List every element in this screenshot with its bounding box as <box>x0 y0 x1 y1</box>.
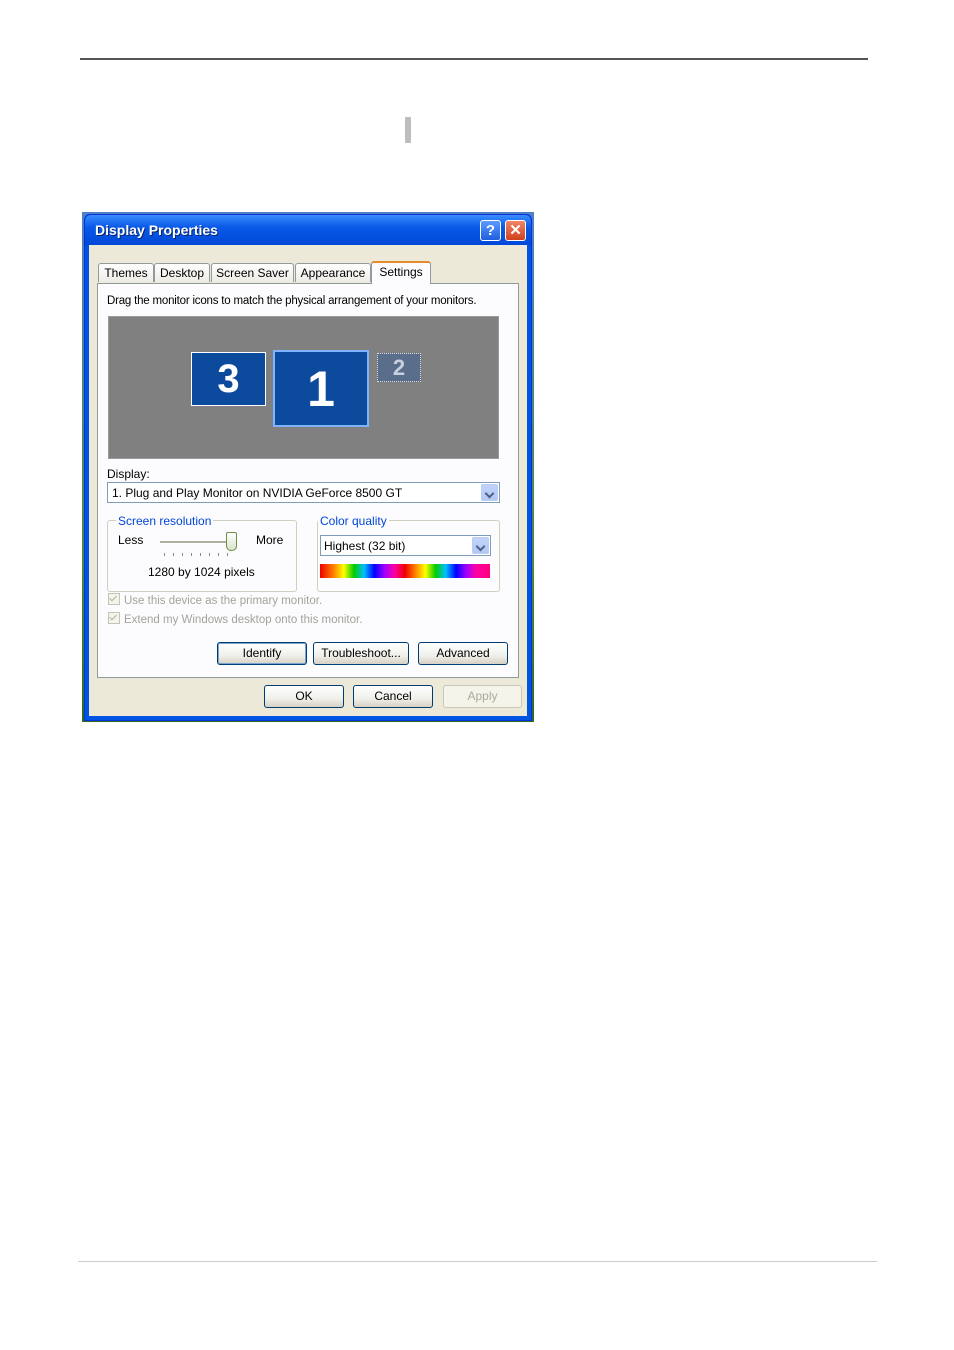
dialog-client-area: Themes Desktop Screen Saver Appearance S… <box>89 245 527 716</box>
tab-settings[interactable]: Settings <box>371 261 431 284</box>
resolution-slider-ticks <box>164 553 236 556</box>
tab-themes[interactable]: Themes <box>98 263 154 282</box>
title-bar[interactable]: Display Properties ? ✕ <box>85 215 531 245</box>
color-quality-group: Color quality Highest (32 bit) <box>317 514 500 592</box>
resolution-slider-thumb[interactable] <box>226 532 237 551</box>
extend-desktop-checkbox[interactable]: Extend my Windows desktop onto this moni… <box>108 612 362 626</box>
checkbox-icon[interactable] <box>108 612 120 624</box>
monitor-instruction: Drag the monitor icons to match the phys… <box>107 295 477 307</box>
monitor-arrangement-area[interactable]: 3 1 2 <box>108 316 499 459</box>
primary-monitor-label: Use this device as the primary monitor. <box>124 595 323 607</box>
chevron-down-icon[interactable] <box>481 484 498 501</box>
tab-appearance[interactable]: Appearance <box>295 263 371 282</box>
monitor-3[interactable]: 3 <box>191 352 266 406</box>
page-marker <box>405 117 411 143</box>
display-select-value: 1. Plug and Play Monitor on NVIDIA GeFor… <box>112 486 403 500</box>
tab-screen-saver[interactable]: Screen Saver <box>211 263 294 282</box>
color-spectrum-preview <box>320 564 490 578</box>
screen-resolution-legend: Screen resolution <box>116 514 214 528</box>
primary-monitor-checkbox[interactable]: Use this device as the primary monitor. <box>108 593 322 607</box>
color-quality-legend: Color quality <box>318 514 389 528</box>
color-quality-select[interactable]: Highest (32 bit) <box>320 535 491 556</box>
display-properties-window: Display Properties ? ✕ Themes Desktop Sc… <box>84 214 532 721</box>
checkbox-icon[interactable] <box>108 593 120 605</box>
page-bottom-rule <box>78 1261 877 1262</box>
display-label: Display: <box>107 467 150 481</box>
page-top-rule <box>80 58 868 60</box>
monitor-1[interactable]: 1 <box>273 350 369 427</box>
monitor-2[interactable]: 2 <box>377 353 421 382</box>
display-select[interactable]: 1. Plug and Play Monitor on NVIDIA GeFor… <box>107 482 500 503</box>
apply-button[interactable]: Apply <box>443 685 522 708</box>
chevron-down-icon[interactable] <box>472 537 489 554</box>
ok-button[interactable]: OK <box>264 685 344 708</box>
extend-desktop-label: Extend my Windows desktop onto this moni… <box>124 614 363 626</box>
identify-button[interactable]: Identify <box>217 642 307 665</box>
help-icon: ? <box>485 222 496 239</box>
window-title: Display Properties <box>95 222 218 238</box>
advanced-button[interactable]: Advanced <box>418 642 508 665</box>
cancel-button[interactable]: Cancel <box>353 685 433 708</box>
screen-resolution-group: Screen resolution Less More 1280 by 1024… <box>107 514 297 592</box>
slider-more-label: More <box>256 533 284 547</box>
close-icon: ✕ <box>509 222 522 239</box>
close-button[interactable]: ✕ <box>505 220 526 241</box>
color-quality-value: Highest (32 bit) <box>324 539 406 553</box>
resolution-value: 1280 by 1024 pixels <box>148 565 255 579</box>
help-button[interactable]: ? <box>480 220 501 241</box>
tab-desktop[interactable]: Desktop <box>154 263 210 282</box>
screenshot-frame: Display Properties ? ✕ Themes Desktop Sc… <box>82 212 534 722</box>
troubleshoot-button[interactable]: Troubleshoot... <box>313 642 409 665</box>
slider-less-label: Less <box>118 533 144 547</box>
